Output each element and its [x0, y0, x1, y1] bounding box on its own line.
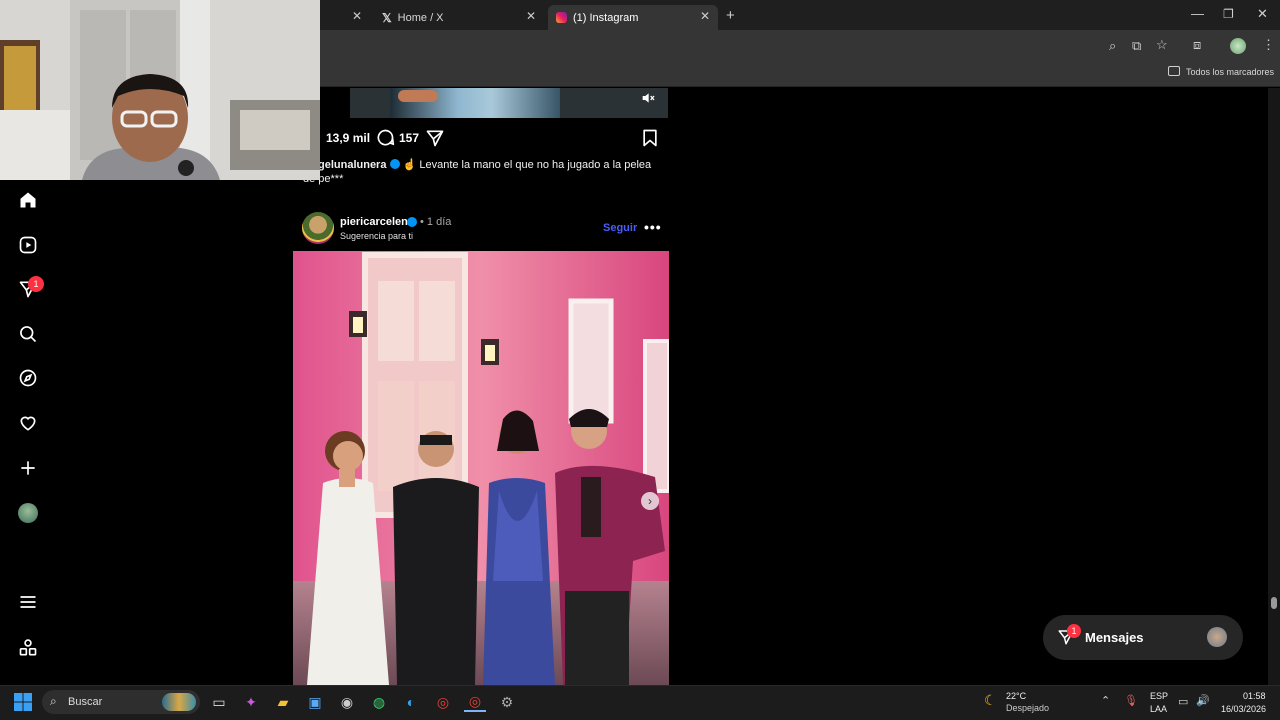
- folder-icon: [1168, 66, 1180, 76]
- profile-avatar[interactable]: [14, 499, 42, 527]
- close-icon[interactable]: ✕: [526, 9, 536, 23]
- search-highlight-icon: [162, 693, 196, 711]
- microphone-icon[interactable]: 🎙: [1124, 694, 1138, 707]
- page-scrollbar[interactable]: [1268, 88, 1280, 685]
- post-suggestion: Sugerencia para ti: [340, 231, 414, 241]
- edge-icon[interactable]: ◐: [400, 692, 422, 712]
- webcam-overlay: [0, 0, 320, 180]
- settings-icon[interactable]: ⚙: [496, 692, 518, 712]
- network-icon[interactable]: ▭: [1178, 695, 1188, 708]
- copilot-icon[interactable]: ✦: [240, 692, 262, 712]
- windows-start-icon[interactable]: [14, 693, 32, 711]
- mute-icon[interactable]: [640, 90, 656, 106]
- search-placeholder: Buscar: [68, 696, 103, 708]
- post-username[interactable]: piericarcelen: [340, 216, 408, 228]
- post-avatar[interactable]: [302, 212, 334, 244]
- post-time: • 1 día: [420, 216, 452, 228]
- notification-badge: 1: [28, 276, 44, 292]
- reels-icon[interactable]: [14, 231, 42, 259]
- verified-icon: [389, 159, 400, 169]
- post-photo[interactable]: ›: [293, 251, 669, 685]
- share-icon[interactable]: [425, 128, 445, 148]
- cast-icon[interactable]: ⧉: [1132, 38, 1141, 54]
- previous-post-caption: gelunalunera ☝ Levante la mano el que no…: [318, 158, 668, 173]
- taskbar-search[interactable]: ⌕ Buscar: [42, 690, 200, 714]
- close-icon[interactable]: ✕: [352, 9, 362, 23]
- all-bookmarks-button[interactable]: Todos los marcadores: [1186, 67, 1274, 77]
- heart-icon[interactable]: [14, 409, 42, 437]
- weather-desc: Despejado: [1006, 703, 1050, 713]
- chrome-active-icon[interactable]: ◎: [464, 692, 486, 712]
- minimize-icon[interactable]: —: [1191, 6, 1204, 21]
- chrome-icon[interactable]: ◎: [432, 692, 454, 712]
- caption-username[interactable]: gelunalunera: [318, 159, 386, 171]
- scrollbar-thumb[interactable]: [1271, 597, 1277, 609]
- language-top[interactable]: ESP: [1150, 691, 1168, 701]
- threads-apps-icon[interactable]: [14, 634, 42, 662]
- home-icon[interactable]: [14, 186, 42, 214]
- verified-icon: [407, 217, 417, 227]
- comment-icon[interactable]: [375, 128, 395, 148]
- volume-icon[interactable]: 🔊: [1196, 694, 1210, 707]
- tab-x-home[interactable]: 𝕏 Home / X ✕: [374, 5, 544, 30]
- next-photo-button[interactable]: ›: [641, 492, 659, 510]
- file-explorer-icon[interactable]: ▰: [272, 692, 294, 712]
- clock-time[interactable]: 01:58: [1243, 691, 1266, 701]
- comments-count: 157: [399, 131, 420, 145]
- x-logo-icon: 𝕏: [382, 10, 392, 25]
- app-icon[interactable]: ◉: [336, 692, 358, 712]
- more-options-icon[interactable]: •••: [644, 219, 662, 235]
- menu-icon[interactable]: [14, 588, 42, 616]
- follow-button[interactable]: Seguir: [603, 222, 637, 234]
- bookmark-star-icon[interactable]: ☆: [1156, 37, 1168, 53]
- language-bottom[interactable]: LAA: [1150, 704, 1167, 714]
- store-icon[interactable]: ▣: [304, 692, 326, 712]
- profile-avatar[interactable]: [1230, 38, 1246, 54]
- chrome-menu-icon[interactable]: ⋮: [1262, 37, 1275, 53]
- previous-post-media: [350, 88, 668, 118]
- extensions-icon[interactable]: ⧈: [1193, 37, 1201, 53]
- task-view-icon[interactable]: ▭: [208, 692, 230, 712]
- new-tab-button[interactable]: +: [726, 7, 735, 24]
- explore-icon[interactable]: [14, 364, 42, 392]
- search-icon[interactable]: [14, 320, 42, 348]
- clock-date[interactable]: 16/03/2026: [1221, 704, 1266, 714]
- tab-title: Home / X: [397, 11, 444, 24]
- instagram-icon: [556, 12, 567, 23]
- weather-temp: 22°C: [1006, 691, 1027, 701]
- chevron-up-icon[interactable]: ⌃: [1101, 694, 1110, 707]
- whatsapp-icon[interactable]: ◍: [368, 692, 390, 712]
- zoom-icon[interactable]: ⌕: [1109, 38, 1116, 54]
- create-icon[interactable]: [14, 454, 42, 482]
- tab-instagram[interactable]: (1) Instagram ✕: [548, 5, 718, 30]
- close-icon[interactable]: ✕: [700, 9, 710, 23]
- likes-count: 13,9 mil: [326, 131, 371, 145]
- moon-weather-icon: ☾: [984, 692, 997, 708]
- search-icon: ⌕: [50, 694, 57, 708]
- address-bar[interactable]: [332, 34, 1092, 58]
- tab-title: (1) Instagram: [573, 11, 639, 24]
- window-close-icon[interactable]: ✕: [1257, 6, 1268, 22]
- messages-label: Mensajes: [1085, 630, 1144, 645]
- caption-text: ☝ Levante la mano el que no ha jugado a …: [402, 159, 652, 171]
- save-icon[interactable]: [640, 128, 660, 148]
- messages-badge: 1: [1067, 624, 1081, 638]
- avatar: [1207, 627, 1227, 647]
- messages-panel[interactable]: 1 Mensajes: [1043, 615, 1243, 660]
- tab-previous[interactable]: ✕: [320, 5, 370, 30]
- restore-icon[interactable]: ❐: [1223, 7, 1234, 21]
